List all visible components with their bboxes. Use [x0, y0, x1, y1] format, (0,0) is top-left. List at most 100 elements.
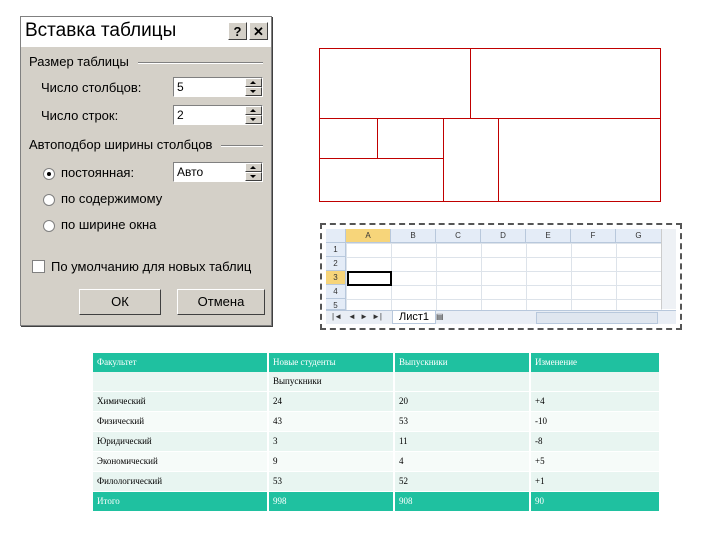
drawing-cell — [470, 48, 661, 119]
header-cell: Изменение — [531, 353, 659, 372]
rows-label: Число строк: — [41, 108, 119, 123]
table-cell — [531, 372, 659, 391]
horizontal-scrollbar[interactable] — [536, 312, 658, 324]
table-cell: -8 — [531, 432, 659, 451]
total-cell: Итого — [93, 492, 267, 511]
row-header[interactable]: 4 — [326, 285, 346, 299]
group-divider — [138, 62, 263, 64]
group-autofit-label: Автоподбор ширины столбцов — [29, 137, 213, 152]
spin-down-icon[interactable] — [245, 87, 262, 96]
total-cell: 908 — [395, 492, 529, 511]
spin-down-icon[interactable] — [245, 172, 262, 181]
cols-spin-buttons[interactable] — [245, 78, 262, 96]
prev-sheet-icon[interactable]: ◄ — [348, 312, 356, 321]
table-cell: 53 — [395, 412, 529, 431]
table-cell: 53 — [269, 472, 393, 491]
rows-stepper[interactable]: 2 — [173, 105, 263, 125]
table-cell: +5 — [531, 452, 659, 471]
radio-content-label: по содержимому — [61, 191, 163, 206]
radio-window[interactable] — [43, 220, 55, 232]
table-row: Химический 24 20 +4 — [93, 392, 659, 411]
row-header[interactable]: 1 — [326, 243, 346, 257]
table-cell: 3 — [269, 432, 393, 451]
radio-content[interactable] — [43, 194, 55, 206]
spin-down-icon[interactable] — [245, 115, 262, 124]
col-header[interactable]: E — [526, 229, 571, 243]
spin-up-icon[interactable] — [245, 106, 262, 115]
header-cell: Новые студенты — [269, 353, 393, 372]
table-cell: 11 — [395, 432, 529, 451]
cols-stepper[interactable]: 5 — [173, 77, 263, 97]
default-checkbox[interactable] — [32, 260, 45, 273]
table-cell: 43 — [269, 412, 393, 431]
table-row: Экономический 9 4 +5 — [93, 452, 659, 471]
radio-fixed[interactable] — [43, 168, 55, 180]
corner-select-all[interactable] — [326, 229, 346, 243]
insert-sheet-icon[interactable]: ▤ — [436, 312, 444, 321]
table-cell: 4 — [395, 452, 529, 471]
rows-spin-buttons[interactable] — [245, 106, 262, 124]
dialog-titlebar: Вставка таблицы ? ✕ — [21, 17, 271, 47]
table-subheader-row: Выпускники — [93, 372, 659, 391]
close-button[interactable]: ✕ — [249, 22, 268, 40]
table-cell: 24 — [269, 392, 393, 411]
row-header[interactable]: 5 — [326, 299, 346, 310]
row-header[interactable]: 2 — [326, 257, 346, 271]
spin-up-icon[interactable] — [245, 163, 262, 172]
table-cell: -10 — [531, 412, 659, 431]
cell-grid[interactable] — [346, 243, 662, 315]
table-cell: Химический — [93, 392, 267, 411]
table-cell: Экономический — [93, 452, 267, 471]
col-header[interactable]: C — [436, 229, 481, 243]
table-header-row: Факультет Новые студенты Выпускники Изме… — [93, 353, 659, 372]
table-cell: 9 — [269, 452, 393, 471]
drawing-cell — [319, 158, 444, 202]
col-header[interactable]: B — [391, 229, 436, 243]
help-button[interactable]: ? — [228, 22, 247, 40]
excel-grid-area: A B C D E F G 1 2 3 4 5 |◄ ◄ ► ►| Лист1 … — [326, 229, 676, 324]
drawing-cell — [443, 118, 499, 202]
col-header[interactable]: A — [346, 229, 391, 243]
default-checkbox-label: По умолчанию для новых таблиц — [51, 259, 252, 274]
sheet-tab-bar: |◄ ◄ ► ►| Лист1 ▤ — [326, 310, 676, 324]
table-total-row: Итого 998 908 90 — [93, 492, 659, 511]
spin-up-icon[interactable] — [245, 78, 262, 87]
header-cell: Выпускники — [395, 353, 529, 372]
table-row: Юридический 3 11 -8 — [93, 432, 659, 451]
drawing-cell — [377, 118, 444, 159]
table-row: Филологический 53 52 +1 — [93, 472, 659, 491]
rows-value: 2 — [177, 108, 184, 122]
sheet-tab[interactable]: Лист1 — [392, 311, 437, 324]
vertical-scrollbar[interactable] — [661, 229, 676, 309]
cancel-button[interactable]: Отмена — [177, 289, 265, 315]
table-cell: 52 — [395, 472, 529, 491]
excel-sheet-screenshot: A B C D E F G 1 2 3 4 5 |◄ ◄ ► ►| Лист1 … — [320, 223, 682, 330]
ok-button[interactable]: ОК — [79, 289, 161, 315]
table-row: Физический 43 53 -10 — [93, 412, 659, 431]
table-cell: Филологический — [93, 472, 267, 491]
header-cell: Факультет — [93, 353, 267, 372]
radio-window-label: по ширине окна — [61, 217, 157, 232]
insert-table-dialog: Вставка таблицы ? ✕ Размер таблицы Число… — [20, 16, 272, 326]
active-cell[interactable] — [347, 271, 392, 286]
first-sheet-icon[interactable]: |◄ — [332, 312, 342, 321]
fixed-spin-buttons[interactable] — [245, 163, 262, 181]
row-header[interactable]: 3 — [326, 271, 346, 285]
last-sheet-icon[interactable]: ►| — [372, 312, 382, 321]
total-cell: 998 — [269, 492, 393, 511]
table-cell: +1 — [531, 472, 659, 491]
fixed-width-stepper[interactable]: Авто — [173, 162, 263, 182]
drawing-cell — [319, 48, 471, 119]
col-header[interactable]: D — [481, 229, 526, 243]
table-cell: 20 — [395, 392, 529, 411]
table-cell: +4 — [531, 392, 659, 411]
fixed-width-value: Авто — [177, 165, 204, 179]
group-divider — [221, 145, 263, 147]
drawing-cell — [498, 118, 661, 202]
col-header[interactable]: F — [571, 229, 616, 243]
next-sheet-icon[interactable]: ► — [360, 312, 368, 321]
col-header[interactable]: G — [616, 229, 662, 243]
group-size-label: Размер таблицы — [29, 54, 129, 69]
radio-fixed-label: постоянная: — [61, 165, 135, 180]
table-cell: Выпускники — [269, 372, 393, 391]
